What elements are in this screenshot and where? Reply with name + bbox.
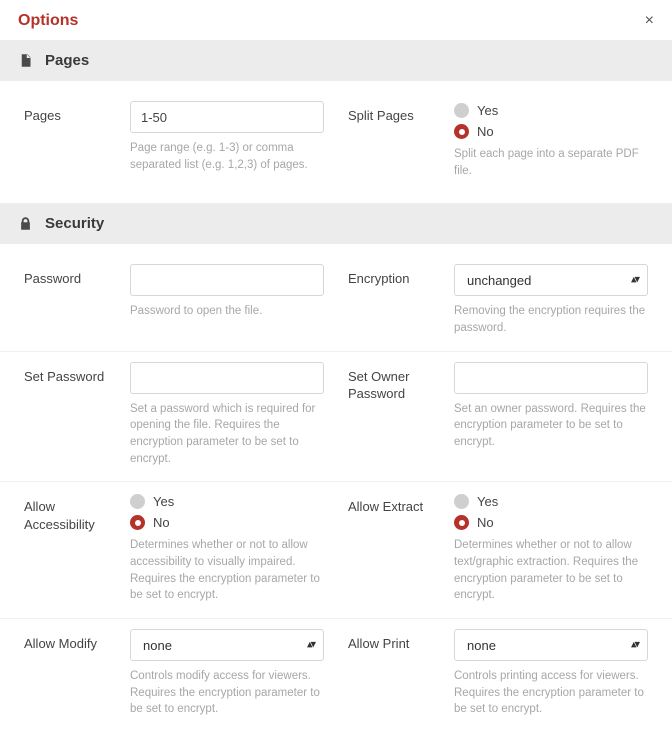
password-hint: Password to open the file. bbox=[130, 303, 324, 320]
set-password-hint: Set a password which is required for ope… bbox=[130, 401, 324, 468]
encryption-select[interactable]: unchanged bbox=[454, 264, 648, 296]
section-body-pages: Pages Page range (e.g. 1-3) or comma sep… bbox=[0, 81, 672, 203]
allow-extract-radio-group: Yes No bbox=[454, 492, 648, 530]
password-label: Password bbox=[24, 264, 120, 336]
section-body-security: Password Password to open the file. Encr… bbox=[0, 244, 672, 742]
section-header-pages: Pages bbox=[0, 40, 672, 81]
split-pages-label: Split Pages bbox=[348, 101, 444, 179]
allow-accessibility-yes[interactable]: Yes bbox=[130, 494, 324, 509]
dialog-header: Options × bbox=[0, 0, 672, 40]
radio-icon bbox=[454, 124, 469, 139]
allow-extract-hint: Determines whether or not to allow text/… bbox=[454, 537, 648, 604]
pages-input[interactable] bbox=[130, 101, 324, 133]
split-pages-hint: Split each page into a separate PDF file… bbox=[454, 146, 648, 179]
allow-accessibility-no[interactable]: No bbox=[130, 515, 324, 530]
encryption-label: Encryption bbox=[348, 264, 444, 336]
allow-extract-yes[interactable]: Yes bbox=[454, 494, 648, 509]
split-pages-no[interactable]: No bbox=[454, 124, 648, 139]
set-owner-password-hint: Set an owner password. Requires the encr… bbox=[454, 401, 648, 451]
allow-modify-hint: Controls modify access for viewers. Requ… bbox=[130, 668, 324, 718]
pages-label: Pages bbox=[24, 101, 120, 179]
split-pages-yes[interactable]: Yes bbox=[454, 103, 648, 118]
allow-print-select[interactable]: none bbox=[454, 629, 648, 661]
set-password-input[interactable] bbox=[130, 362, 324, 394]
section-header-security: Security bbox=[0, 203, 672, 244]
split-pages-radio-group: Yes No bbox=[454, 101, 648, 139]
close-icon[interactable]: × bbox=[645, 13, 654, 29]
pages-hint: Page range (e.g. 1-3) or comma separated… bbox=[130, 140, 324, 173]
set-owner-password-input[interactable] bbox=[454, 362, 648, 394]
allow-accessibility-radio-group: Yes No bbox=[130, 492, 324, 530]
lock-icon bbox=[18, 216, 33, 231]
allow-extract-no[interactable]: No bbox=[454, 515, 648, 530]
set-owner-password-label: Set Owner Password bbox=[348, 362, 444, 468]
allow-modify-label: Allow Modify bbox=[24, 629, 120, 718]
encryption-hint: Removing the encryption requires the pas… bbox=[454, 303, 648, 336]
options-dialog: Options × Pages Pages Page range (e.g. 1… bbox=[0, 0, 672, 742]
allow-accessibility-label: Allow Accessibility bbox=[24, 492, 120, 604]
allow-print-hint: Controls printing access for viewers. Re… bbox=[454, 668, 648, 718]
radio-icon bbox=[454, 515, 469, 530]
radio-icon bbox=[130, 494, 145, 509]
page-icon bbox=[18, 53, 33, 68]
section-title: Security bbox=[45, 215, 104, 232]
allow-extract-label: Allow Extract bbox=[348, 492, 444, 604]
password-input[interactable] bbox=[130, 264, 324, 296]
allow-accessibility-hint: Determines whether or not to allow acces… bbox=[130, 537, 324, 604]
radio-icon bbox=[130, 515, 145, 530]
section-title: Pages bbox=[45, 52, 89, 69]
set-password-label: Set Password bbox=[24, 362, 120, 468]
radio-icon bbox=[454, 103, 469, 118]
dialog-title: Options bbox=[18, 12, 78, 30]
allow-print-label: Allow Print bbox=[348, 629, 444, 718]
radio-icon bbox=[454, 494, 469, 509]
allow-modify-select[interactable]: none bbox=[130, 629, 324, 661]
